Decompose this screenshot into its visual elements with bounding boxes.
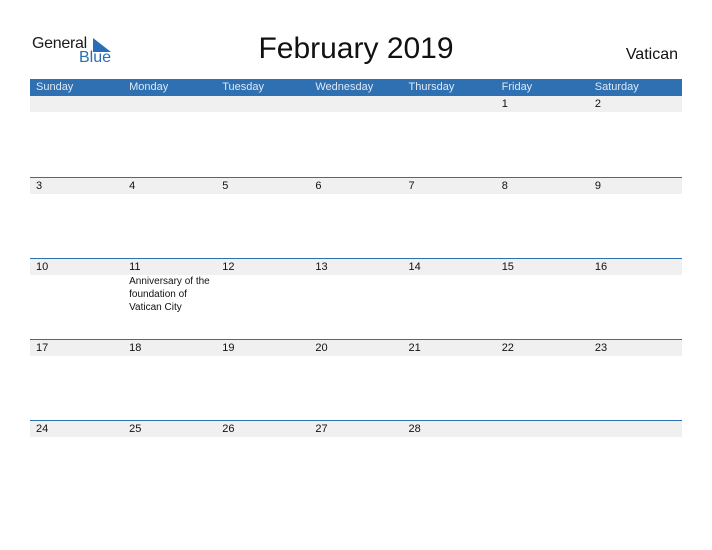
day-number: [315, 96, 402, 112]
day-number: [129, 96, 216, 112]
day-cell: 13: [309, 259, 402, 339]
day-number: [36, 96, 123, 112]
day-number: 26: [222, 423, 235, 435]
day-number: 18: [129, 342, 142, 354]
day-number: 7: [408, 180, 415, 192]
day-cell: 4: [123, 178, 216, 258]
day-cell: 24: [30, 421, 123, 501]
day-number: 19: [222, 342, 235, 354]
calendar-title: February 2019: [258, 32, 454, 65]
weekday-tuesday: Tuesday: [222, 81, 265, 93]
weekday-monday: Monday: [129, 81, 169, 93]
week-row: 24 25 26 27 28: [30, 420, 682, 502]
day-cell: 21: [403, 340, 496, 420]
day-number: 14: [408, 261, 421, 273]
weekday-wednesday: Wednesday: [315, 81, 374, 93]
day-number: 21: [408, 342, 421, 354]
day-number: 28: [408, 423, 421, 435]
day-cell: 17: [30, 340, 123, 420]
day-cell: [216, 96, 309, 176]
day-number: 24: [36, 423, 49, 435]
country-label: Vatican: [625, 46, 678, 63]
day-cell: [589, 421, 682, 501]
day-cell: 6: [309, 178, 402, 258]
week-row: 10 11 Anniversary of the foundation of Vat…: [30, 258, 682, 340]
day-number: 4: [129, 180, 136, 192]
week-row: 17 18 19 20 21 22 23: [30, 339, 682, 421]
day-number: 15: [501, 261, 514, 273]
weekday-thursday: Thursday: [408, 81, 455, 93]
weekday-sunday: Sunday: [36, 81, 74, 93]
day-number: 12: [222, 261, 235, 273]
day-cell: [403, 96, 496, 176]
day-cell: 8: [496, 178, 589, 258]
day-number: 6: [315, 180, 322, 192]
day-number: 22: [501, 342, 514, 354]
week-row: 12: [30, 96, 682, 177]
day-number: 16: [594, 261, 608, 273]
day-number: 13: [315, 261, 328, 273]
day-cell: 3: [30, 178, 123, 258]
weekday-header: Sunday Monday Tuesday Wednesday Thursday…: [30, 79, 682, 96]
day-number: 9: [594, 180, 601, 192]
weekday-saturday: Saturday: [594, 81, 639, 93]
day-cell: [496, 421, 589, 501]
day-cell: 10: [30, 259, 123, 339]
day-number: 27: [315, 423, 328, 435]
day-number: 23: [594, 342, 608, 354]
day-cell: 15: [496, 259, 589, 339]
day-number: [502, 421, 589, 437]
day-number: 11: [129, 261, 141, 273]
day-number: 10: [36, 261, 49, 273]
week-row: 3 4 5 6 7 8 9: [30, 177, 682, 259]
day-cell: 11 Anniversary of the foundation of Vatic…: [123, 259, 216, 339]
day-cell: 16: [589, 259, 682, 339]
day-cell: 5: [216, 178, 309, 258]
day-number: 8: [501, 180, 508, 192]
day-cell: 26: [216, 421, 309, 501]
holiday-event: Anniversary of the foundation of Vatican…: [129, 276, 210, 313]
day-number: [222, 96, 309, 112]
day-cell: 20: [309, 340, 402, 420]
day-number: [595, 421, 682, 437]
day-number: 2: [594, 98, 601, 110]
day-cell: 2: [589, 96, 682, 176]
day-number: [409, 96, 496, 112]
weekday-friday: Friday: [501, 81, 533, 93]
day-number: 3: [36, 180, 43, 192]
day-number: 17: [36, 342, 49, 354]
day-number: 5: [222, 180, 229, 192]
day-cell: 25: [123, 421, 216, 501]
day-cell: 23: [589, 340, 682, 420]
day-number: 25: [129, 423, 142, 435]
day-cell: 28: [403, 421, 496, 501]
day-cell: 19: [216, 340, 309, 420]
day-cell: [30, 96, 123, 176]
day-cell: 27: [309, 421, 402, 501]
day-cell: 14: [403, 259, 496, 339]
day-cell: 22: [496, 340, 589, 420]
day-number: 20: [315, 342, 328, 354]
day-cell: 12: [216, 259, 309, 339]
day-cell: [309, 96, 402, 176]
day-number: 1: [501, 98, 508, 110]
day-cell: 18: [123, 340, 216, 420]
day-cell: 9: [589, 178, 682, 258]
day-cell: [123, 96, 216, 176]
day-cell: 1: [496, 96, 589, 176]
day-cell: 7: [403, 178, 496, 258]
